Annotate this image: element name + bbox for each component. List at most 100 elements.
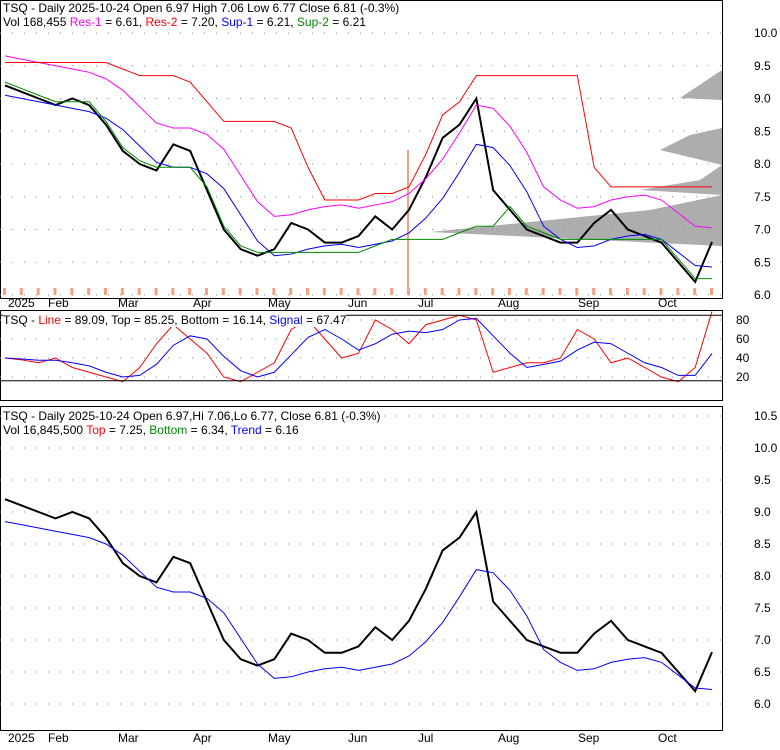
month-label: Jun bbox=[348, 731, 367, 745]
osc-values: = 89.09, Top = 85.25, Bottom = 16.14, bbox=[61, 313, 270, 327]
price-tick-label: 9.5 bbox=[754, 59, 771, 73]
panel3-vol: Vol 16,845,500 bbox=[3, 423, 87, 437]
volume-bar bbox=[289, 288, 293, 295]
volume-bar bbox=[423, 288, 427, 295]
volume-bar bbox=[541, 288, 545, 295]
price-tick-label: 7.0 bbox=[754, 633, 771, 647]
volume-bar bbox=[120, 288, 124, 295]
price-tick-label: 6.5 bbox=[754, 665, 771, 679]
month-label: 2025 bbox=[8, 296, 35, 310]
month-label: Feb bbox=[48, 731, 69, 745]
volume-bar bbox=[440, 288, 444, 295]
volume-bar bbox=[272, 288, 276, 295]
price-tick-label: 9.5 bbox=[754, 473, 771, 487]
volume-bar bbox=[609, 288, 612, 295]
volume-bar bbox=[19, 288, 23, 295]
volume-bar bbox=[710, 288, 713, 295]
price-tick-label: 10.5 bbox=[754, 409, 778, 423]
month-label: Mar bbox=[118, 731, 139, 745]
month-label: Jul bbox=[418, 296, 433, 310]
price-tick-label: 9.0 bbox=[754, 92, 771, 106]
volume-bar bbox=[474, 288, 478, 295]
signal-line bbox=[4, 317, 713, 378]
month-label: Jun bbox=[348, 296, 367, 310]
osc-prefix: TSQ - bbox=[3, 313, 39, 327]
top-value: = 7.25, bbox=[105, 423, 150, 437]
month-label: Sep bbox=[578, 296, 600, 310]
panel1-legend: Vol 168,455 Res-1 = 6.61, Res-2 = 7.20, … bbox=[3, 15, 366, 29]
res1-label: Res-1 bbox=[69, 15, 102, 29]
volume-bar bbox=[104, 288, 107, 295]
stock-chart: 10.0 9.5 9.0 8.5 8.0 7.5 7.0 6.5 6.0 10.5 10.0 9.5 9… bbox=[0, 0, 780, 745]
trend-label: Trend bbox=[230, 423, 262, 437]
price-tick-label: 6.0 bbox=[754, 697, 771, 711]
panel3-legend: Vol 16,845,500 Top = 7.25, Bottom = 6.34… bbox=[3, 423, 299, 437]
volume-bar bbox=[356, 288, 360, 295]
sup2-value: = 6.21 bbox=[328, 15, 366, 29]
price-tick-label: 7.0 bbox=[754, 223, 771, 237]
osc-signal-label: Signal bbox=[269, 313, 303, 327]
price-tick-label: 8.0 bbox=[754, 569, 771, 583]
month-label: Mar bbox=[118, 296, 139, 310]
volume-bar bbox=[87, 288, 91, 295]
volume-bar bbox=[592, 288, 596, 295]
res1-line bbox=[4, 55, 713, 229]
price-tick-label: 8.5 bbox=[754, 124, 771, 138]
osc-tick-label: 20 bbox=[736, 370, 750, 384]
month-label: Aug bbox=[498, 296, 519, 310]
volume-bar bbox=[625, 288, 629, 295]
volume-bar bbox=[508, 288, 511, 295]
volume-bar bbox=[205, 288, 208, 295]
month-label: Apr bbox=[193, 731, 212, 745]
month-label: Oct bbox=[658, 296, 677, 310]
price-tick-label: 8.5 bbox=[754, 537, 771, 551]
volume-profile bbox=[430, 70, 722, 246]
trend-value: = 6.16 bbox=[261, 423, 299, 437]
res2-label: Res-2 bbox=[145, 15, 178, 29]
price-tick-label: 6.0 bbox=[754, 288, 771, 302]
volume-bar bbox=[70, 288, 74, 295]
volume-bar bbox=[558, 288, 562, 295]
volume-bar bbox=[676, 288, 680, 295]
chart-canvas: 10.0 9.5 9.0 8.5 8.0 7.5 7.0 6.5 6.0 10.5 10.0 9.5 9… bbox=[0, 0, 778, 745]
month-label: Sep bbox=[578, 731, 600, 745]
volume-spike bbox=[407, 150, 409, 295]
panel-frame-3 bbox=[0, 406, 723, 731]
top-label: Top bbox=[86, 423, 106, 437]
volume-bar bbox=[137, 288, 141, 295]
osc-tick-label: 40 bbox=[736, 351, 750, 365]
month-label: Apr bbox=[193, 296, 212, 310]
sup1-value: = 6.21, bbox=[253, 15, 297, 29]
month-label: Aug bbox=[498, 731, 519, 745]
volume-bar bbox=[171, 288, 175, 295]
volume-bar bbox=[238, 288, 242, 295]
vol-label: Vol 168,455 bbox=[3, 15, 67, 29]
panel2-legend: TSQ - Line = 89.09, Top = 85.25, Bottom … bbox=[3, 313, 347, 327]
volume-bar bbox=[221, 288, 225, 295]
volume-bar bbox=[188, 288, 192, 295]
price-tick-label: 8.0 bbox=[754, 157, 771, 171]
month-label: Jul bbox=[418, 731, 433, 745]
osc-tick-label: 80 bbox=[736, 313, 750, 327]
osc-line-label: Line bbox=[38, 313, 62, 327]
sup2-label: Sup-2 bbox=[296, 15, 329, 29]
price-tick-label: 7.5 bbox=[754, 601, 771, 615]
month-label: Oct bbox=[658, 731, 677, 745]
volume-bar bbox=[322, 288, 326, 295]
volume-bar bbox=[154, 288, 158, 295]
volume-bar bbox=[491, 288, 495, 295]
month-label: May bbox=[268, 296, 291, 310]
month-label: Feb bbox=[48, 296, 69, 310]
volume-bar bbox=[575, 288, 579, 295]
panel3-title: TSQ - Daily 2025-10-24 Open 6.97,Hi 7.06… bbox=[3, 409, 381, 423]
volume-bar bbox=[373, 288, 377, 295]
price-tick-label: 9.0 bbox=[754, 505, 771, 519]
volume-bar bbox=[36, 288, 40, 295]
price-tick-label: 10.0 bbox=[754, 26, 778, 40]
panel-frame-1 bbox=[0, 0, 723, 299]
bottom-value: = 6.34, bbox=[187, 423, 231, 437]
res2-value: = 7.20, bbox=[177, 15, 222, 29]
osc-signal-value: = 67.47 bbox=[302, 313, 347, 327]
volume-bar bbox=[524, 288, 528, 295]
volume-bar bbox=[53, 288, 57, 295]
